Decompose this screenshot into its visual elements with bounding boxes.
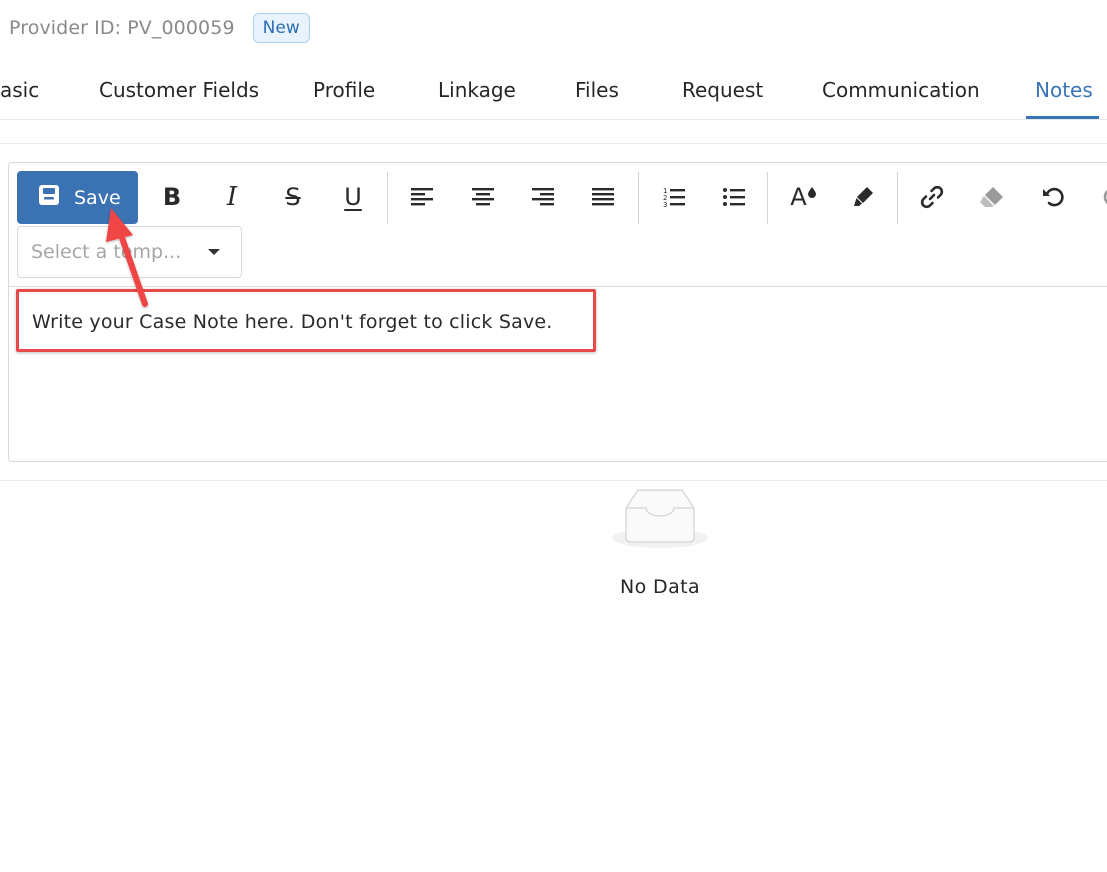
tab-files[interactable]: Files [575, 78, 619, 102]
ordered-list-button[interactable]: 1 2 3 [654, 175, 694, 219]
strikethrough-button[interactable]: S [273, 175, 313, 219]
link-button[interactable] [912, 175, 952, 219]
font-color-icon: A [790, 183, 807, 211]
underline-button[interactable]: U [333, 175, 373, 219]
divider [0, 143, 1107, 144]
tab-linkage[interactable]: Linkage [438, 78, 516, 102]
toolbar-separator [767, 172, 768, 224]
bold-button[interactable]: B [152, 175, 192, 219]
link-icon [920, 185, 944, 209]
ordered-list-icon: 1 2 3 [663, 187, 685, 208]
drop-icon [807, 186, 816, 198]
bullet-list-button[interactable] [714, 175, 754, 219]
tab-communication[interactable]: Communication [822, 78, 980, 102]
font-color-button[interactable]: A [783, 175, 823, 219]
undo-icon [1043, 187, 1064, 207]
highlight-button[interactable] [843, 175, 883, 219]
template-select-placeholder: Select a temp... [31, 241, 182, 263]
toolbar-separator [897, 172, 898, 224]
template-select[interactable]: Select a temp... [17, 226, 242, 278]
redo-icon [1103, 189, 1107, 205]
underline-icon: U [344, 183, 362, 211]
status-badge: New [252, 13, 310, 43]
align-justify-icon [592, 188, 614, 206]
eraser-icon [980, 187, 1003, 207]
no-data-text: No Data [619, 576, 701, 598]
empty-state: No Data [560, 480, 760, 598]
tab-profile[interactable]: Profile [313, 78, 375, 102]
align-left-icon [411, 188, 433, 206]
align-justify-button[interactable] [583, 175, 623, 219]
align-right-button[interactable] [523, 175, 563, 219]
floppy-disk-icon [38, 184, 60, 211]
empty-inbox-icon [612, 489, 708, 548]
svg-text:3: 3 [663, 201, 667, 208]
tab-customer-fields[interactable]: Customer Fields [99, 78, 259, 102]
tab-notes[interactable]: Notes [1035, 78, 1093, 102]
align-center-button[interactable] [463, 175, 503, 219]
tab-basic[interactable]: asic [0, 78, 39, 102]
tab-request[interactable]: Request [682, 78, 763, 102]
save-button[interactable]: Save [17, 171, 138, 224]
align-right-icon [532, 188, 554, 206]
save-button-label: Save [74, 186, 121, 209]
italic-icon: I [226, 182, 238, 212]
bold-icon: B [162, 183, 182, 211]
tab-bar: asic Customer Fields Profile Linkage Fil… [0, 64, 1107, 120]
toolbar-separator [387, 172, 388, 224]
highlighter-icon [854, 187, 873, 206]
annotation-highlight-box [16, 289, 596, 352]
page-header: Provider ID: PV_000059 New [9, 12, 310, 44]
toolbar-separator [638, 172, 639, 224]
italic-button[interactable]: I [212, 175, 252, 219]
clear-format-button[interactable] [972, 175, 1012, 219]
active-tab-indicator [1026, 116, 1099, 119]
bullet-list-icon [723, 188, 745, 206]
toolbar-divider [9, 286, 1107, 287]
undo-button[interactable] [1033, 175, 1073, 219]
divider [0, 480, 1107, 481]
caret-down-icon [208, 249, 220, 255]
align-center-icon [472, 188, 494, 206]
provider-id: Provider ID: PV_000059 [9, 17, 235, 39]
align-left-button[interactable] [402, 175, 442, 219]
strikethrough-icon: S [285, 183, 301, 211]
redo-button[interactable] [1093, 175, 1107, 219]
